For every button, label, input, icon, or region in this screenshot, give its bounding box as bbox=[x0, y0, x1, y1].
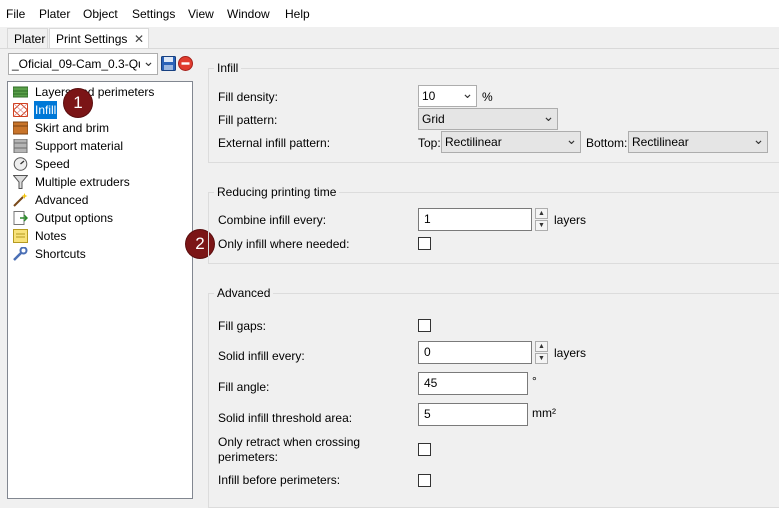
chevron-down-icon bbox=[140, 54, 157, 74]
preset-dropdown[interactable]: _Oficial_09-Cam_0.3-Qu bbox=[8, 53, 158, 75]
top-pattern-dropdown[interactable]: Rectilinear bbox=[441, 131, 581, 153]
menu-settings[interactable]: Settings bbox=[132, 7, 175, 21]
fill-angle-label: Fill angle: bbox=[218, 380, 270, 394]
menu-bar: File Plater Object Settings View Window … bbox=[0, 0, 779, 27]
only-infill-needed-label: Only infill where needed: bbox=[218, 237, 350, 251]
retract-crossing-checkbox[interactable] bbox=[418, 443, 431, 456]
bottom-label: Bottom: bbox=[586, 136, 628, 150]
combine-infill-input[interactable]: 1 bbox=[418, 208, 532, 231]
tree-item-label: Support material bbox=[35, 139, 124, 153]
tree-item-label: Multiple extruders bbox=[35, 175, 130, 189]
infill-before-perimeters-label: Infill before perimeters: bbox=[218, 473, 341, 487]
tree-item-label: Infill bbox=[34, 101, 58, 119]
fill-angle-input[interactable]: 45 bbox=[418, 372, 528, 395]
bottom-pattern-dropdown[interactable]: Rectilinear bbox=[628, 131, 768, 153]
menu-object[interactable]: Object bbox=[83, 7, 118, 21]
solid-threshold-unit: mm² bbox=[532, 406, 556, 420]
fill-density-label: Fill density: bbox=[218, 90, 279, 104]
tab-plater-label: Plater bbox=[14, 32, 46, 46]
spin-down-icon[interactable]: ▼ bbox=[535, 353, 548, 364]
menu-help[interactable]: Help bbox=[285, 7, 310, 21]
top-label: Top: bbox=[418, 136, 441, 150]
tab-print-settings[interactable]: Print Settings ✕ bbox=[49, 28, 149, 48]
infill-before-perimeters-checkbox[interactable] bbox=[418, 474, 431, 487]
reducing-group-title: Reducing printing time bbox=[214, 185, 340, 199]
save-icon[interactable] bbox=[161, 56, 176, 71]
tree-item-label: Shortcuts bbox=[35, 247, 86, 261]
tree-item-label: Speed bbox=[35, 157, 70, 171]
tab-divider bbox=[0, 48, 779, 49]
fill-angle-value: 45 bbox=[424, 376, 438, 390]
chevron-down-icon bbox=[540, 109, 557, 129]
spin-up-icon[interactable]: ▲ bbox=[535, 208, 548, 219]
spin-up-icon[interactable]: ▲ bbox=[535, 341, 548, 352]
infill-group-title: Infill bbox=[214, 61, 242, 75]
preset-value: _Oficial_09-Cam_0.3-Qu bbox=[12, 57, 145, 71]
retract-crossing-label: Only retract when crossing bbox=[218, 435, 361, 449]
solid-threshold-label: Solid infill threshold area: bbox=[218, 411, 353, 425]
support-icon bbox=[13, 139, 28, 153]
tree-item-label: Advanced bbox=[35, 193, 89, 207]
tree-item-label: Skirt and brim bbox=[35, 121, 110, 135]
bottom-pattern-value: Rectilinear bbox=[632, 135, 689, 149]
fill-density-dropdown[interactable]: 10 bbox=[418, 85, 477, 107]
output-icon bbox=[13, 211, 28, 225]
close-icon[interactable]: ✕ bbox=[134, 29, 144, 49]
fill-gaps-label: Fill gaps: bbox=[218, 319, 267, 333]
infill-icon bbox=[13, 103, 28, 117]
settings-tree: Layers and perimeters Infill Skirt and b… bbox=[7, 81, 193, 499]
fill-angle-unit: ° bbox=[532, 374, 537, 388]
callout-badge-1: 1 bbox=[64, 89, 92, 117]
fill-density-unit: % bbox=[482, 90, 493, 104]
speed-icon bbox=[13, 157, 28, 171]
solid-infill-every-spinner[interactable]: ▲ ▼ bbox=[535, 341, 548, 364]
solid-threshold-value: 5 bbox=[424, 407, 431, 421]
menu-plater[interactable]: Plater bbox=[39, 7, 70, 21]
combine-infill-label: Combine infill every: bbox=[218, 213, 327, 227]
solid-infill-every-value: 0 bbox=[424, 345, 431, 359]
combine-infill-value: 1 bbox=[424, 212, 431, 226]
wrench-icon bbox=[13, 247, 28, 261]
fill-density-value: 10 bbox=[422, 89, 436, 103]
delete-icon[interactable] bbox=[178, 56, 193, 71]
fill-gaps-checkbox[interactable] bbox=[418, 319, 431, 332]
layers-icon bbox=[13, 86, 28, 98]
solid-infill-every-unit: layers bbox=[554, 346, 587, 360]
tree-item-label: Layers and perimeters bbox=[35, 85, 155, 99]
skirt-icon bbox=[13, 121, 28, 135]
tab-print-settings-label: Print Settings bbox=[56, 32, 128, 46]
solid-threshold-input[interactable]: 5 bbox=[418, 403, 528, 426]
tab-plater[interactable]: Plater bbox=[7, 28, 48, 48]
solid-infill-every-label: Solid infill every: bbox=[218, 349, 305, 363]
wand-icon bbox=[13, 193, 28, 207]
funnel-icon bbox=[13, 175, 28, 189]
combine-infill-unit: layers bbox=[554, 213, 587, 227]
fill-pattern-dropdown[interactable]: Grid bbox=[418, 108, 558, 130]
tree-item-label: Notes bbox=[35, 229, 67, 243]
external-infill-label: External infill pattern: bbox=[218, 136, 331, 150]
spin-down-icon[interactable]: ▼ bbox=[535, 220, 548, 231]
retract-crossing-label-line2: perimeters: bbox=[218, 450, 279, 464]
menu-file[interactable]: File bbox=[6, 7, 25, 21]
combine-infill-spinner[interactable]: ▲ ▼ bbox=[535, 208, 548, 231]
advanced-group-title: Advanced bbox=[214, 286, 274, 300]
chevron-down-icon bbox=[459, 86, 476, 106]
note-icon bbox=[13, 229, 28, 243]
chevron-down-icon bbox=[750, 132, 767, 152]
tree-item-label: Output options bbox=[35, 211, 114, 225]
menu-view[interactable]: View bbox=[188, 7, 214, 21]
chevron-down-icon bbox=[563, 132, 580, 152]
menu-window[interactable]: Window bbox=[227, 7, 270, 21]
top-pattern-value: Rectilinear bbox=[445, 135, 502, 149]
fill-pattern-value: Grid bbox=[422, 112, 445, 126]
only-infill-needed-checkbox[interactable] bbox=[418, 237, 431, 250]
solid-infill-every-input[interactable]: 0 bbox=[418, 341, 532, 364]
fill-pattern-label: Fill pattern: bbox=[218, 113, 278, 127]
